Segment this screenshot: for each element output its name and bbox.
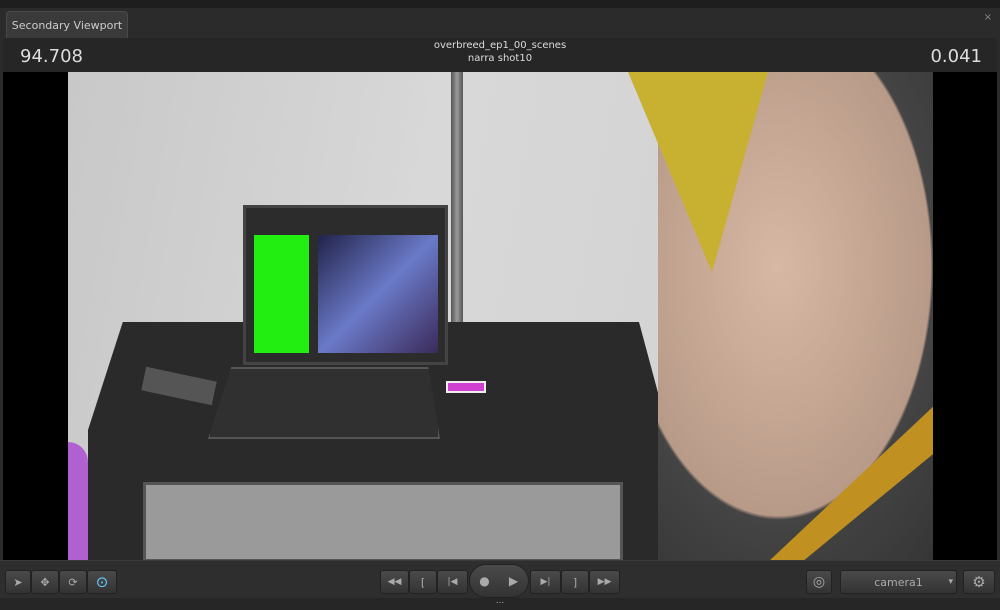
camera-select[interactable]: camera1 ▾ xyxy=(840,570,957,594)
scene-purple-object xyxy=(68,442,88,560)
move-icon[interactable]: ✥ xyxy=(31,570,59,594)
scene-pole xyxy=(451,72,463,322)
mark-in-button[interactable]: [ xyxy=(409,570,437,594)
shot-time-value: 0.041 xyxy=(930,46,982,67)
scene-laptop-keyboard xyxy=(208,367,440,439)
close-icon[interactable]: × xyxy=(984,12,992,23)
splitter-handle[interactable]: ... xyxy=(0,597,1000,610)
viewport-header: 94.708 overbreed_ep1_00_scenes narra sho… xyxy=(3,38,997,72)
gear-icon[interactable]: ⚙ xyxy=(963,570,995,594)
tab-secondary-viewport[interactable]: Secondary Viewport xyxy=(6,11,128,38)
orbit-icon[interactable]: ⊙ xyxy=(87,570,117,594)
target-icon[interactable]: ◎ xyxy=(806,570,832,594)
next-frame-button[interactable]: ▶| xyxy=(530,570,561,594)
viewport-canvas[interactable] xyxy=(3,72,997,560)
top-strip xyxy=(0,0,1000,8)
camera-label: camera1 xyxy=(874,575,923,589)
scene-laptop-screen xyxy=(243,205,448,365)
record-button[interactable]: ● xyxy=(470,565,499,597)
chevron-down-icon: ▾ xyxy=(948,577,953,587)
play-button[interactable]: ▶ xyxy=(499,565,528,597)
mark-out-button[interactable]: ] xyxy=(561,570,589,594)
scene-rack-front xyxy=(143,482,623,560)
rotate-icon[interactable]: ⟳ xyxy=(59,570,87,594)
fast-forward-button[interactable]: ▶▶ xyxy=(589,570,620,594)
rewind-button[interactable]: ◀◀ xyxy=(380,570,409,594)
select-arrow-icon[interactable]: ➤ xyxy=(5,570,31,594)
scene-second-screen xyxy=(318,235,438,353)
shot-title: overbreed_ep1_00_scenes narra shot10 xyxy=(3,39,997,65)
scene-usb-stick xyxy=(446,381,486,393)
rendered-scene xyxy=(68,72,933,560)
viewport-toolbar: ➤ ✥ ⟳ ⊙ ◀◀ [ |◀ ● ▶ ▶| ] ▶▶ ◎ camera1 ▾ … xyxy=(0,560,1000,598)
session-name: overbreed_ep1_00_scenes xyxy=(433,40,567,51)
scene-green-screen xyxy=(254,235,309,353)
previous-frame-button[interactable]: |◀ xyxy=(437,570,468,594)
record-play-group: ● ▶ xyxy=(469,564,529,598)
shot-name: narra shot10 xyxy=(467,53,533,64)
